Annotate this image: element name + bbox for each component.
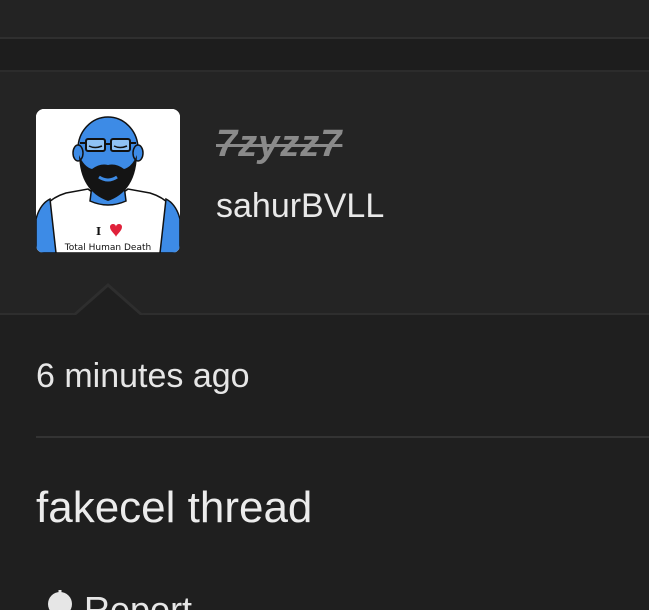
profile-pointer-fill [75, 287, 141, 316]
avatar-shirt-letter: I [96, 225, 101, 238]
avatar-icon: I Total Human Death [36, 109, 180, 253]
section-gap [0, 39, 649, 72]
profile-header: I Total Human Death 7zyzz7 sahurBVLL [0, 72, 649, 315]
report-button[interactable]: Report [46, 590, 192, 610]
avatar[interactable]: I Total Human Death [36, 109, 180, 253]
post-detail-page: I Total Human Death 7zyzz7 sahurBVLL 6 m… [0, 0, 649, 610]
avatar-shirt-caption: Total Human Death [64, 243, 151, 253]
post-body: fakecel thread [36, 483, 313, 532]
post-timestamp: 6 minutes ago [36, 357, 250, 395]
top-bar [0, 0, 649, 39]
divider [36, 436, 649, 438]
previous-username[interactable]: 7zyzz7 [216, 122, 342, 166]
flag-icon [48, 590, 72, 610]
username[interactable]: sahurBVLL [216, 186, 384, 226]
report-label: Report [84, 589, 193, 610]
